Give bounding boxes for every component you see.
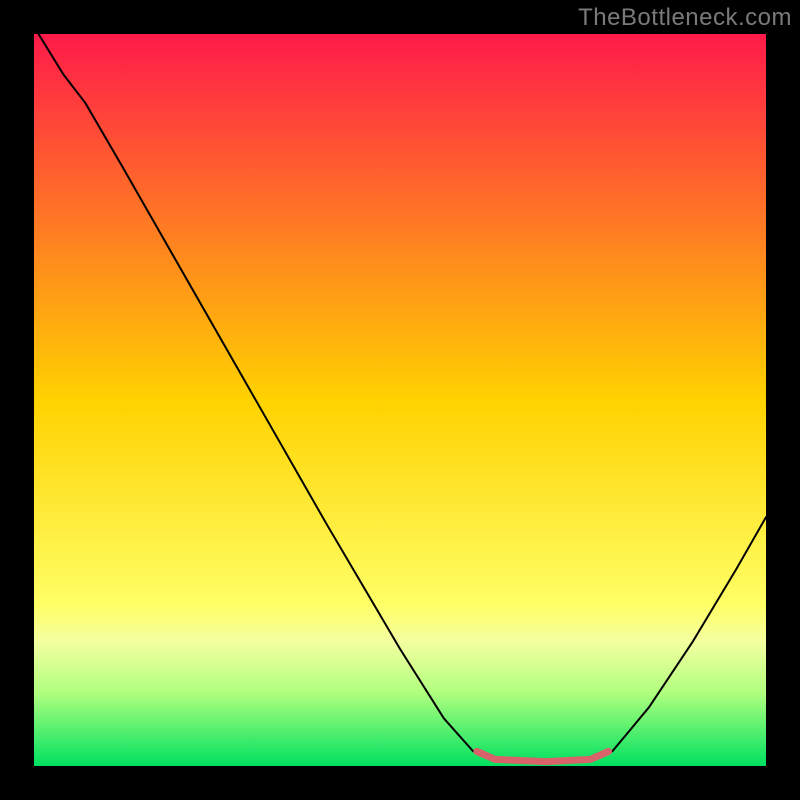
gradient-background bbox=[34, 34, 766, 766]
chart-root: TheBottleneck.com bbox=[0, 0, 800, 800]
watermark-text: TheBottleneck.com bbox=[578, 4, 792, 32]
plot-area bbox=[34, 34, 766, 766]
chart-svg bbox=[34, 34, 766, 766]
